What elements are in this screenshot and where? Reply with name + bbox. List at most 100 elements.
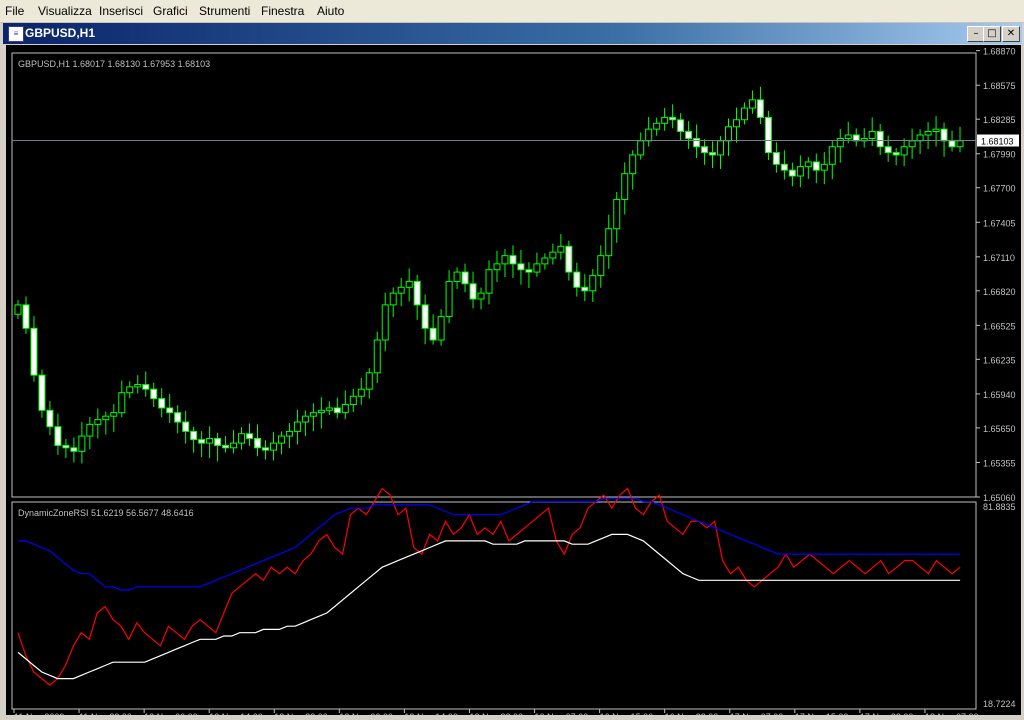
candle-body bbox=[916, 134, 924, 142]
price-tick-label: 1.67110 bbox=[983, 253, 1015, 263]
menu-aiuto[interactable]: Aiuto bbox=[317, 4, 344, 18]
candle-body bbox=[134, 384, 142, 388]
chart-svg[interactable]: 1.68870 1.68575 1.68285 1.67990 1.67700 1.674… bbox=[6, 45, 1021, 720]
candle-body bbox=[812, 161, 820, 171]
candle-body bbox=[190, 430, 198, 441]
candle-body bbox=[948, 140, 956, 148]
candle-body bbox=[645, 128, 653, 142]
candle-body bbox=[445, 280, 453, 318]
candle-body bbox=[150, 388, 158, 400]
candle-body bbox=[253, 437, 261, 449]
candle-body bbox=[701, 146, 709, 154]
candle-body bbox=[541, 257, 549, 265]
candle-body bbox=[732, 119, 740, 128]
candle-body bbox=[206, 437, 214, 444]
candle-body bbox=[637, 140, 645, 156]
price-tick-label: 1.67700 bbox=[983, 184, 1016, 194]
candle-body bbox=[62, 444, 70, 449]
price-tick-label: 1.65355 bbox=[983, 458, 1016, 468]
candle-body bbox=[780, 163, 788, 171]
candle-body bbox=[102, 415, 110, 421]
candle-body bbox=[357, 388, 365, 397]
candle-body bbox=[469, 283, 477, 300]
candle-body bbox=[868, 130, 876, 140]
candle-body bbox=[613, 198, 621, 230]
candle-body bbox=[261, 447, 269, 451]
candle-body bbox=[166, 407, 174, 414]
menu-file[interactable]: File bbox=[5, 4, 24, 18]
candle-body bbox=[94, 419, 102, 425]
close-icon[interactable]: ✕ bbox=[1002, 26, 1020, 42]
candle-body bbox=[693, 138, 701, 148]
candle-body bbox=[325, 407, 333, 411]
time-tick-label: 13 Nov 06:00 bbox=[339, 712, 393, 715]
candle-body bbox=[309, 412, 317, 417]
price-tick-label: 1.68870 bbox=[983, 47, 1016, 57]
time-tick-label: 17 Nov 07:00 bbox=[730, 712, 784, 715]
candle-body bbox=[820, 163, 828, 171]
candle-body bbox=[317, 409, 325, 414]
candle-body bbox=[525, 269, 533, 273]
candle-body bbox=[158, 398, 166, 409]
candle-body bbox=[485, 269, 493, 294]
price-tick-label: 1.65650 bbox=[983, 424, 1016, 434]
menu-strumenti[interactable]: Strumenti bbox=[199, 4, 250, 18]
candle-body bbox=[653, 122, 661, 130]
price-tick-label: 1.66820 bbox=[983, 287, 1016, 297]
time-tick-label: 16 Nov 15:00 bbox=[600, 712, 654, 715]
candle-body bbox=[381, 304, 389, 341]
candle-body bbox=[844, 134, 852, 140]
price-tick-label: 1.66235 bbox=[983, 355, 1016, 365]
menu-finestra[interactable]: Finestra bbox=[261, 4, 304, 18]
window-titlebar[interactable]: ≡ GBPUSD,H1 – □ ✕ bbox=[3, 23, 1022, 44]
signal-line bbox=[17, 533, 961, 680]
candle-body bbox=[533, 263, 541, 273]
candle-body bbox=[38, 374, 46, 411]
candle-body bbox=[709, 152, 717, 156]
candle-body bbox=[86, 423, 94, 437]
candle-body bbox=[461, 271, 469, 285]
candle-body bbox=[717, 140, 725, 156]
candle-body bbox=[277, 435, 285, 444]
candle-body bbox=[78, 435, 86, 452]
candle-body bbox=[557, 245, 565, 253]
candle-body bbox=[804, 161, 812, 168]
candle-body bbox=[349, 395, 357, 405]
candle-body bbox=[46, 409, 54, 428]
menu-visualizza[interactable]: Visualizza bbox=[38, 4, 92, 18]
candle-body bbox=[549, 251, 557, 259]
indicator-tick-label: 81.8835 bbox=[983, 502, 1016, 512]
chart-area[interactable]: 1.68870 1.68575 1.68285 1.67990 1.67700 1.674… bbox=[6, 45, 1021, 720]
candle-body bbox=[501, 255, 509, 265]
candle-body bbox=[956, 140, 964, 148]
candle-body bbox=[605, 228, 613, 257]
chart-window: ≡ GBPUSD,H1 – □ ✕ 1.68870 1.68575 1.68285 1… bbox=[3, 23, 1022, 720]
candle-body bbox=[788, 169, 796, 177]
candle-body bbox=[517, 263, 525, 271]
candle-body bbox=[70, 447, 78, 452]
candle-body bbox=[908, 140, 916, 148]
time-tick-label: 17 Nov 23:00 bbox=[860, 712, 914, 715]
menu-grafici[interactable]: Grafici bbox=[153, 4, 188, 18]
candle-body bbox=[142, 384, 150, 390]
candle-body bbox=[365, 372, 373, 390]
candle-body bbox=[222, 444, 230, 449]
price-tick-label: 1.68575 bbox=[983, 81, 1016, 91]
candle-body bbox=[126, 386, 134, 394]
candle-body bbox=[876, 130, 884, 148]
restore-icon[interactable]: □ bbox=[983, 26, 1001, 42]
menu-inserisci[interactable]: Inserisci bbox=[99, 4, 143, 18]
bid-label: 1.68103 bbox=[981, 137, 1014, 147]
candle-body bbox=[740, 107, 748, 121]
candle-body bbox=[413, 280, 421, 306]
candle-body bbox=[924, 130, 932, 136]
candle-body bbox=[333, 407, 341, 414]
candle-body bbox=[54, 426, 62, 446]
candle-body bbox=[397, 286, 405, 294]
time-tick-label: 17 Nov 15:00 bbox=[795, 712, 849, 715]
candle-body bbox=[341, 403, 349, 414]
indicator-panel-title: DynamicZoneRSI 51.6219 56.5677 48.6416 bbox=[18, 508, 194, 518]
candle-body bbox=[685, 130, 693, 140]
time-tick-label: 12 Nov 22:00 bbox=[274, 712, 328, 715]
candle-body bbox=[900, 146, 908, 156]
